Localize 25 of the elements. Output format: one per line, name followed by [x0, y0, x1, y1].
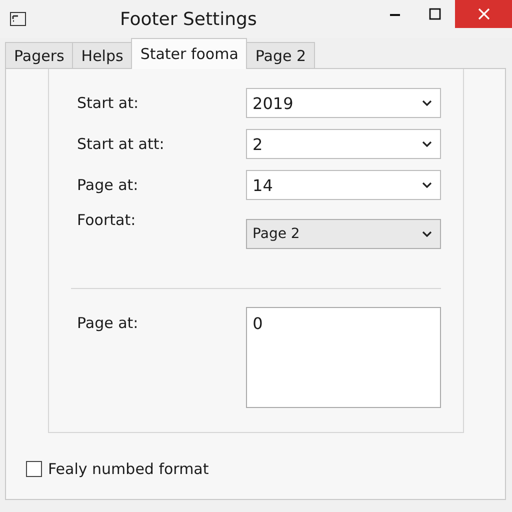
field-label: Start at:: [77, 94, 140, 112]
field-label: Page at:: [77, 314, 140, 332]
text-area[interactable]: 0: [246, 307, 441, 408]
tab[interactable]: Stater fooma: [131, 38, 248, 69]
chevron-icon: [422, 100, 432, 106]
window-icon: [10, 12, 26, 26]
chevron-icon: [422, 182, 432, 188]
close-icon: [478, 8, 490, 20]
tab[interactable]: Helps: [72, 42, 132, 68]
combo-box[interactable]: 14: [246, 170, 441, 200]
field-label: Page at:: [77, 176, 140, 194]
tab[interactable]: Page 2: [246, 42, 316, 68]
combo-box[interactable]: 2019: [246, 88, 441, 118]
tab[interactable]: Pagers: [5, 42, 74, 68]
window-title: Footer Settings: [120, 9, 257, 30]
checkbox[interactable]: [26, 461, 42, 477]
checkbox-label: Fealy numbed format: [48, 460, 209, 478]
field-label: Foortat:: [77, 211, 137, 229]
dropdown-button[interactable]: Page 2: [246, 219, 441, 249]
close-button[interactable]: [455, 0, 512, 28]
chevron-icon: [422, 141, 432, 147]
field-label: Start at att:: [77, 135, 166, 153]
chevron-icon: [422, 231, 432, 237]
maximize-icon: [429, 8, 441, 20]
combo-box[interactable]: 2: [246, 129, 441, 159]
